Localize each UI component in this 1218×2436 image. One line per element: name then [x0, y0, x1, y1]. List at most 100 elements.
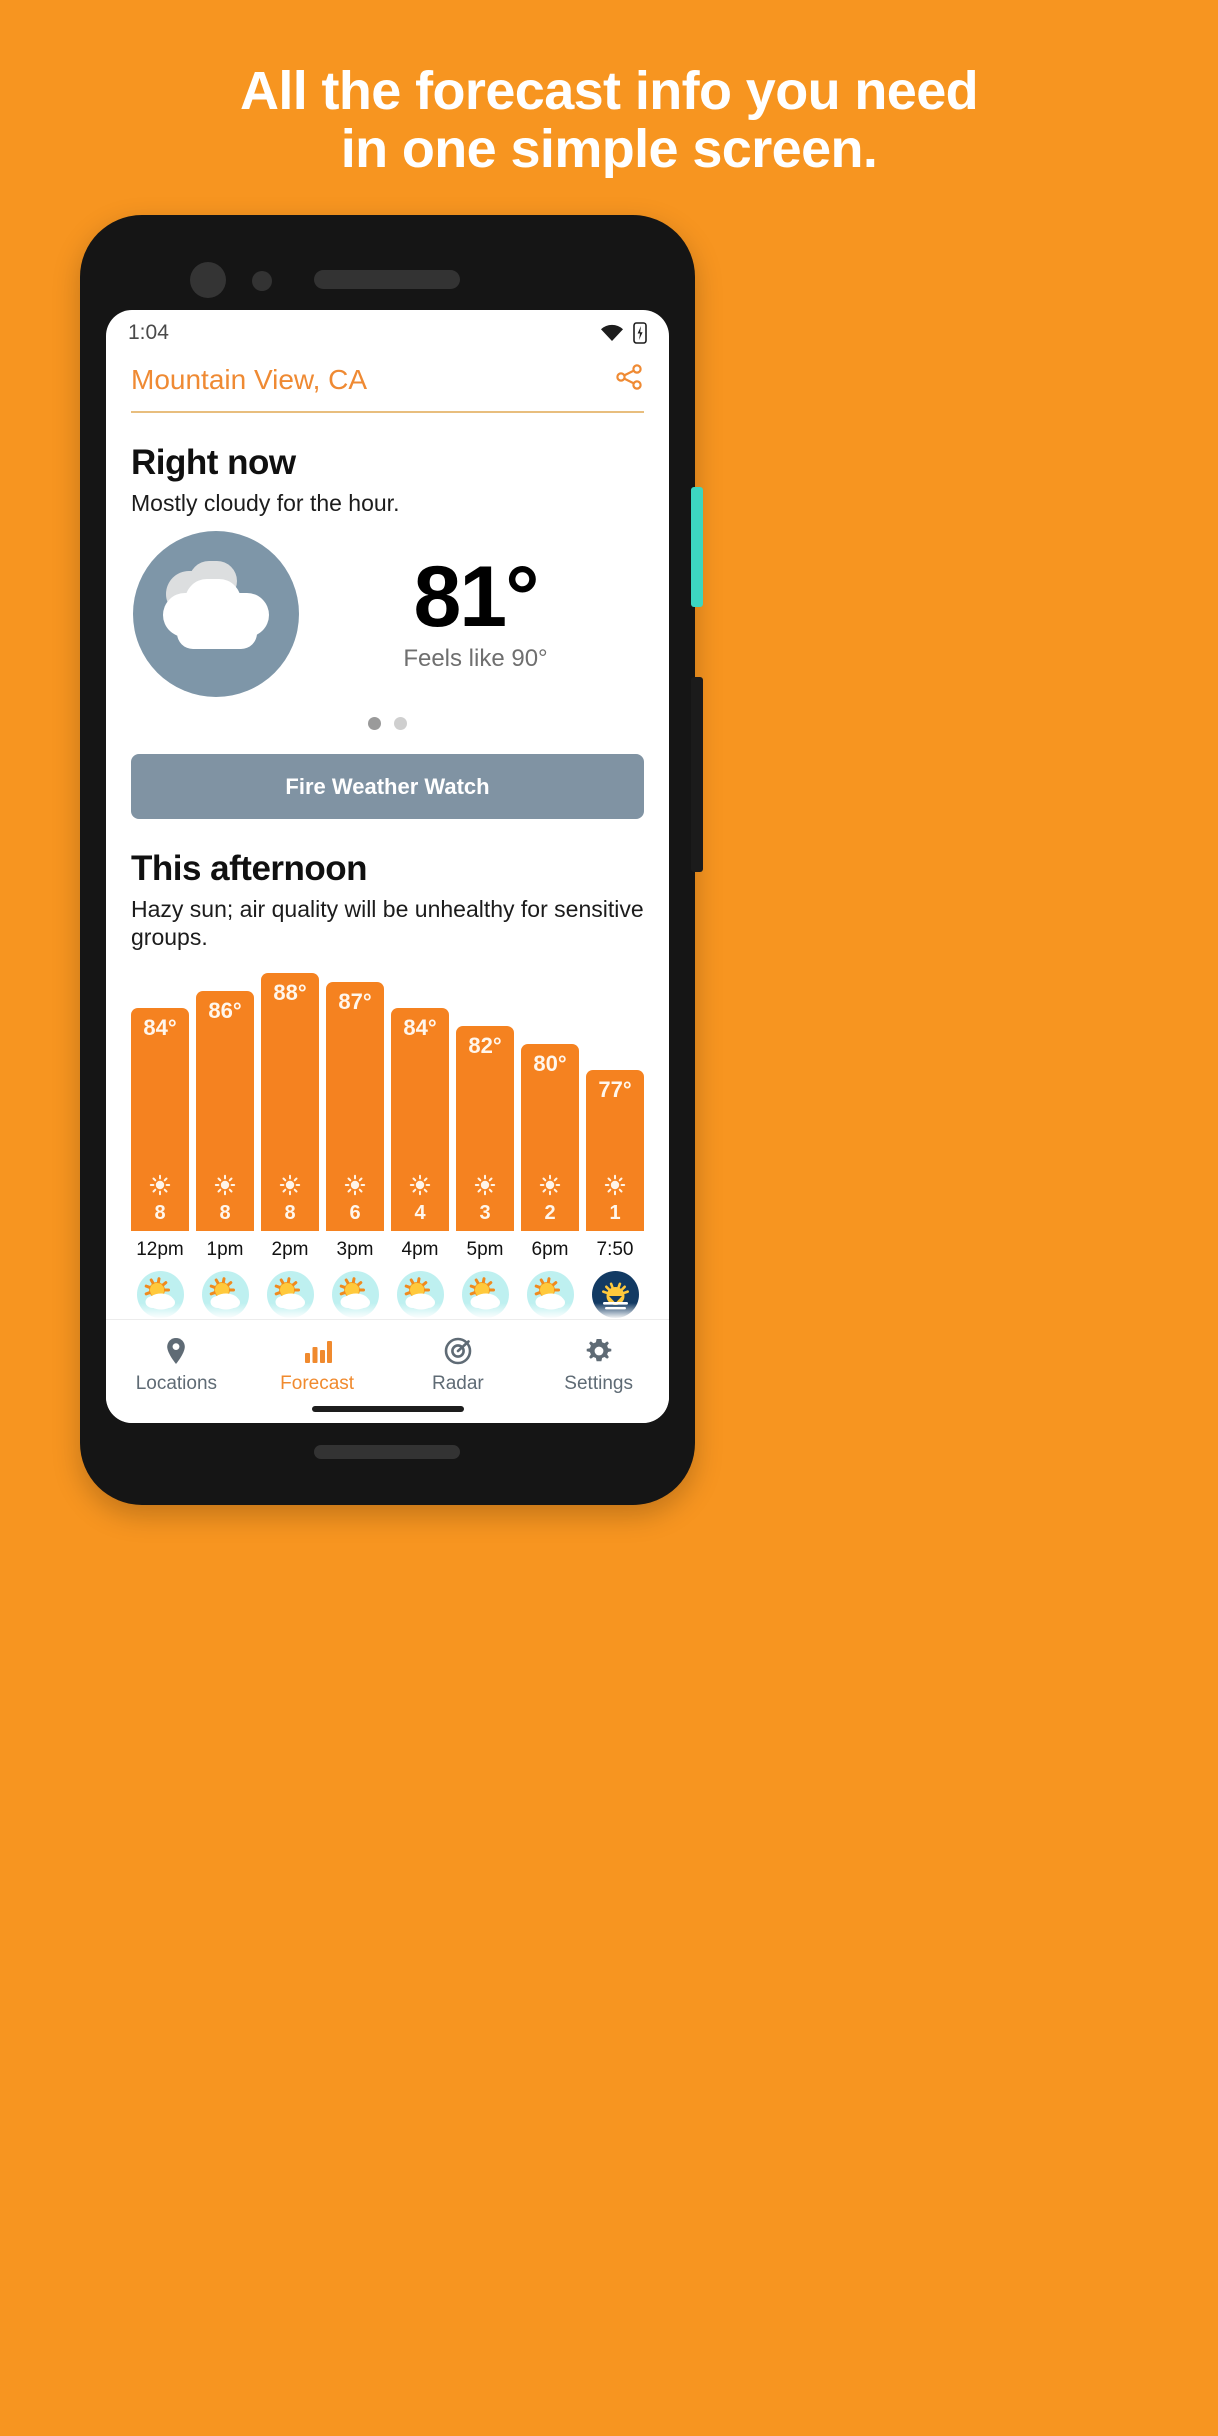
weather-alert-banner[interactable]: Fire Weather Watch	[131, 754, 644, 820]
nav-item-locations[interactable]: Locations	[106, 1334, 247, 1395]
hourly-bar[interactable]: 88° 8	[261, 973, 319, 1232]
hourly-bar[interactable]: 80° 2	[521, 1044, 579, 1232]
nav-item-forecast[interactable]: Forecast	[247, 1334, 388, 1395]
hourly-uv-index: 2	[544, 1202, 556, 1225]
hourly-bar[interactable]: 87° 6	[326, 982, 384, 1232]
map-pin-icon[interactable]	[106, 1334, 247, 1368]
hourly-temperature: 88°	[273, 980, 307, 1006]
hourly-temperature: 87°	[338, 989, 372, 1015]
status-bar: 1:04	[106, 310, 669, 356]
hourly-time-label: 3pm	[336, 1239, 374, 1261]
sun-icon	[604, 1174, 626, 1200]
hourly-forecast-chart[interactable]: 84° 8 12pm 86° 8 1pm 88° 8 2pm 87° 6 3pm 84° 4 4pm 82° 3…	[131, 973, 644, 1323]
hourly-time-label: 2pm	[271, 1239, 309, 1261]
share-icon[interactable]	[614, 362, 644, 397]
hourly-uv-block: 1	[604, 1174, 626, 1231]
location-header[interactable]: Mountain View, CA	[131, 362, 644, 413]
headline-line-2: in one simple screen.	[340, 119, 878, 180]
hourly-uv-index: 1	[609, 1202, 621, 1225]
nav-item-settings[interactable]: Settings	[528, 1334, 669, 1395]
hourly-time-label: 6pm	[531, 1239, 569, 1261]
status-time: 1:04	[128, 321, 169, 344]
gear-icon[interactable]	[528, 1334, 669, 1368]
hourly-time-label: 7:50	[596, 1239, 634, 1261]
pager-dot-active[interactable]	[368, 717, 381, 731]
hourly-column[interactable]: 88° 8 2pm	[261, 973, 319, 1323]
hourly-bar[interactable]: 82° 3	[456, 1026, 514, 1232]
hourly-uv-index: 3	[479, 1202, 491, 1225]
hourly-uv-block: 4	[409, 1174, 431, 1231]
right-now-row: 81° Feels like 90°	[131, 531, 644, 698]
side-button-power	[691, 677, 703, 872]
hourly-column[interactable]: 87° 6 3pm	[326, 982, 384, 1323]
hourly-time-label: 1pm	[206, 1239, 244, 1261]
right-now-subtitle: Mostly cloudy for the hour.	[131, 490, 400, 516]
hourly-uv-block: 6	[344, 1174, 366, 1231]
bar-chart-icon[interactable]	[247, 1334, 388, 1368]
hourly-uv-block: 8	[149, 1174, 171, 1231]
hourly-temperature: 82°	[468, 1033, 502, 1059]
hourly-temperature: 80°	[533, 1051, 567, 1077]
feels-like-text: Feels like 90°	[403, 645, 548, 673]
promo-headline: All the forecast info you need in one si…	[0, 62, 1218, 179]
sun-icon	[409, 1174, 431, 1200]
headline-line-1: All the forecast info you need	[239, 61, 979, 121]
sun-icon	[279, 1174, 301, 1200]
location-name[interactable]: Mountain View, CA	[131, 364, 367, 396]
this-afternoon-subtitle: Hazy sun; air quality will be unhealthy …	[131, 896, 644, 951]
hourly-column[interactable]: 84° 8 12pm	[131, 1008, 189, 1323]
weather-alert-label: Fire Weather Watch	[285, 773, 490, 799]
hourly-bar[interactable]: 84° 4	[391, 1008, 449, 1232]
hourly-column[interactable]: 77° 1 7:50	[586, 1070, 644, 1323]
sun-icon	[149, 1174, 171, 1200]
phone-top-hardware	[80, 260, 695, 300]
sun-icon	[214, 1174, 236, 1200]
hourly-bar[interactable]: 86° 8	[196, 991, 254, 1232]
side-button-volume	[691, 487, 703, 607]
nav-label: Locations	[135, 1373, 218, 1394]
cloudy-icon	[133, 531, 299, 698]
hourly-uv-index: 8	[154, 1202, 166, 1225]
this-afternoon-title: This afternoon	[131, 849, 368, 889]
phone-mockup: 1:04 Mountain View, CA Right now Mostly …	[80, 215, 703, 1505]
battery-charging-icon	[633, 322, 647, 344]
sun-icon	[474, 1174, 496, 1200]
hourly-time-label: 5pm	[466, 1239, 504, 1261]
right-now-title: Right now	[131, 443, 296, 482]
right-now-pager[interactable]	[131, 717, 644, 731]
hourly-column[interactable]: 82° 3 5pm	[456, 1026, 514, 1323]
hourly-bar[interactable]: 77° 1	[586, 1070, 644, 1232]
hourly-column[interactable]: 80° 2 6pm	[521, 1044, 579, 1323]
sun-icon	[344, 1174, 366, 1200]
nav-label: Forecast	[280, 1373, 355, 1394]
nav-label: Settings	[564, 1373, 633, 1394]
nav-item-radar[interactable]: Radar	[388, 1334, 529, 1395]
hourly-uv-block: 8	[214, 1174, 236, 1231]
hourly-uv-block: 3	[474, 1174, 496, 1231]
home-indicator	[311, 1406, 464, 1412]
hourly-temperature: 86°	[208, 998, 242, 1024]
camera-icon	[190, 262, 226, 298]
phone-screen: 1:04 Mountain View, CA Right now Mostly …	[106, 310, 669, 1423]
hourly-column[interactable]: 86° 8 1pm	[196, 991, 254, 1323]
forecast-content: Right now Mostly cloudy for the hour. 81…	[106, 443, 669, 1423]
hourly-temperature: 77°	[598, 1077, 632, 1103]
nav-label: Radar	[432, 1373, 484, 1394]
hourly-time-label: 4pm	[401, 1239, 439, 1261]
hourly-bar[interactable]: 84° 8	[131, 1008, 189, 1232]
current-temperature: 81°	[413, 548, 539, 645]
scroll-fade	[106, 1303, 669, 1319]
radar-icon[interactable]	[388, 1334, 529, 1368]
phone-bottom-speaker	[314, 1445, 460, 1459]
hourly-temperature: 84°	[403, 1015, 437, 1041]
hourly-column[interactable]: 84° 4 4pm	[391, 1008, 449, 1323]
earpiece-speaker	[314, 270, 460, 289]
hourly-uv-index: 4	[414, 1202, 426, 1225]
hourly-uv-index: 8	[284, 1202, 296, 1225]
sensor-icon	[252, 271, 272, 291]
current-temperature-block: 81° Feels like 90°	[299, 548, 644, 673]
wifi-icon	[600, 324, 624, 342]
pager-dot[interactable]	[394, 717, 407, 731]
status-icons	[600, 322, 647, 344]
hourly-uv-index: 8	[219, 1202, 231, 1225]
